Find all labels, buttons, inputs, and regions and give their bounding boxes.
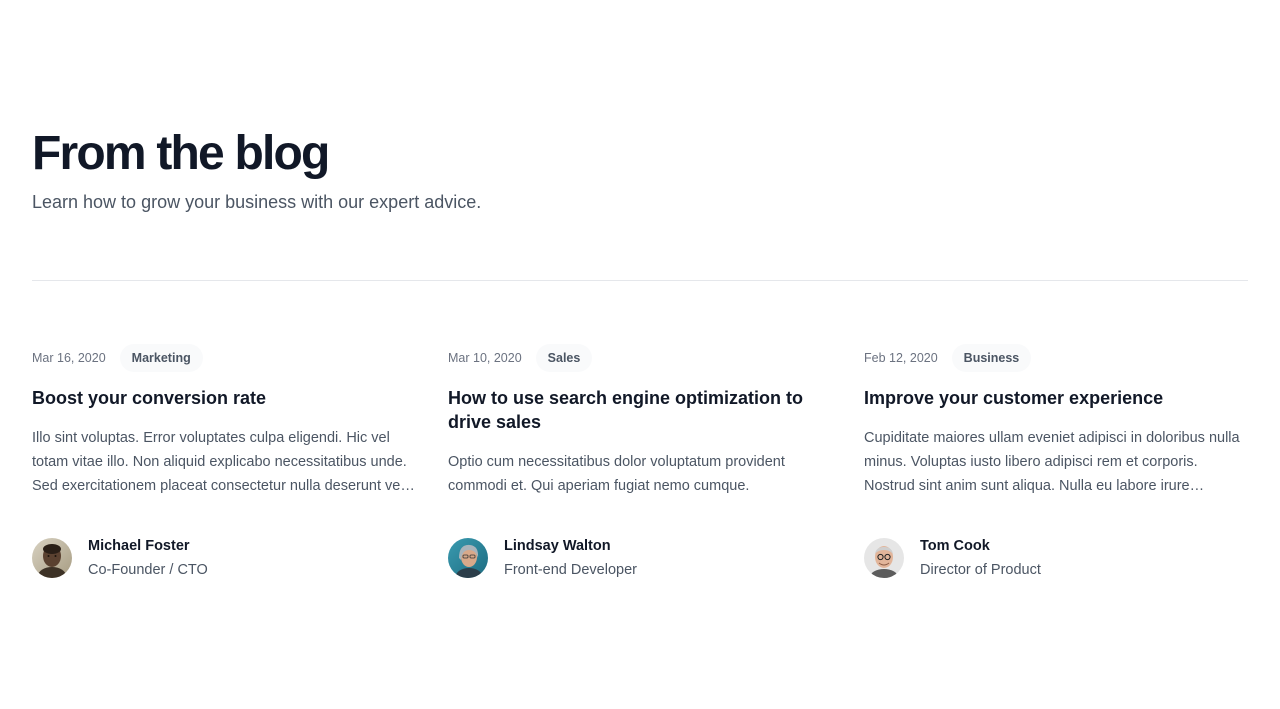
post-title-link[interactable]: Improve your customer experience [864,386,1248,410]
post-meta: Mar 16, 2020 Marketing [32,344,416,372]
category-badge[interactable]: Business [951,344,1032,372]
post-card: Mar 10, 2020 Sales How to use search eng… [448,344,832,582]
post-date: Feb 12, 2020 [864,351,938,365]
author-role: Director of Product [920,562,1041,578]
author-role: Front-end Developer [504,562,637,578]
post-title-link[interactable]: How to use search engine optimization to… [448,386,832,434]
post-author: Lindsay Walton Front-end Developer [448,534,832,582]
author-name[interactable]: Lindsay Walton [504,534,637,558]
author-avatar [864,538,904,578]
category-badge[interactable]: Marketing [119,344,203,372]
author-avatar [32,538,72,578]
post-author: Tom Cook Director of Product [864,534,1248,582]
author-avatar [448,538,488,578]
author-name[interactable]: Michael Foster [88,534,208,558]
author-name[interactable]: Tom Cook [920,534,1041,558]
post-card: Feb 12, 2020 Business Improve your custo… [864,344,1248,582]
post-excerpt: Optio cum necessitatibus dolor voluptatu… [448,454,785,494]
post-excerpt: Cupiditate maiores ullam eveniet adipisc… [864,430,1240,494]
post-meta: Feb 12, 2020 Business [864,344,1248,372]
page-title: From the blog [32,127,330,180]
post-list: Mar 16, 2020 Marketing Boost your conver… [32,344,1248,582]
section-divider [32,280,1248,281]
post-card: Mar 16, 2020 Marketing Boost your conver… [32,344,416,582]
category-badge[interactable]: Sales [535,344,593,372]
post-excerpt: Illo sint voluptas. Error voluptates cul… [32,430,408,494]
page-subtitle: Learn how to grow your business with our… [32,192,482,212]
post-date: Mar 16, 2020 [32,351,106,365]
author-role: Co-Founder / CTO [88,562,208,578]
post-meta: Mar 10, 2020 Sales [448,344,832,372]
post-date: Mar 10, 2020 [448,351,522,365]
blog-header: From the blog Learn how to grow your bus… [32,124,1248,216]
post-title-link[interactable]: Boost your conversion rate [32,386,416,410]
blog-section: From the blog Learn how to grow your bus… [0,0,1280,709]
post-author: Michael Foster Co-Founder / CTO [32,534,416,582]
